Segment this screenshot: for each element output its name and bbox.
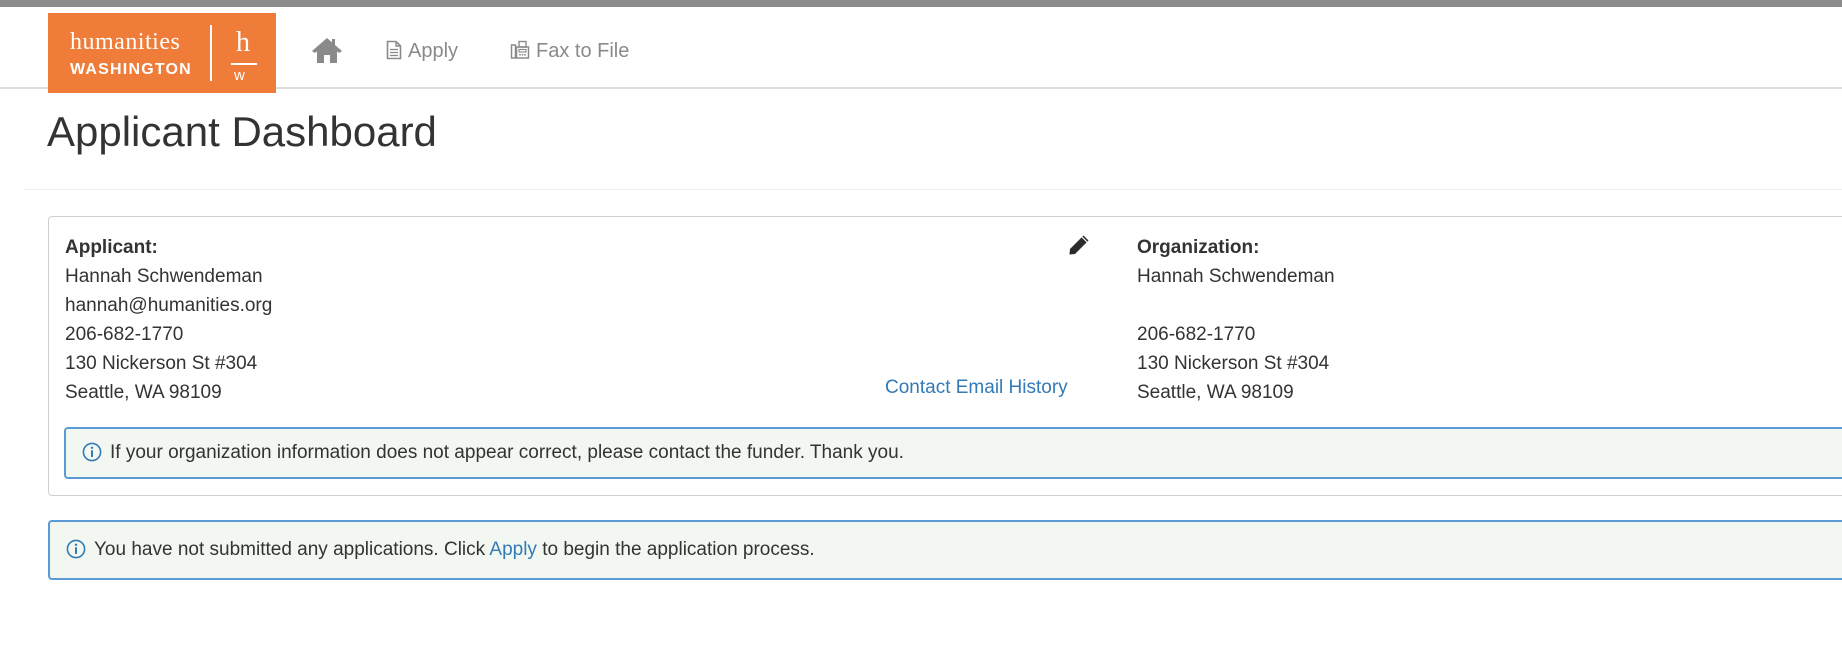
document-icon	[386, 40, 402, 60]
humanities-washington-logo[interactable]: humanities WASHINGTON h w	[48, 13, 276, 93]
organization-blank-line	[1137, 291, 1335, 320]
apply-inline-link[interactable]: Apply	[489, 539, 537, 560]
page-title: Applicant Dashboard	[47, 108, 437, 155]
org-info-alert: If your organization information does no…	[64, 427, 1842, 479]
nav-apply-label: Apply	[408, 40, 459, 62]
applicant-address-line2: Seattle, WA 98109	[65, 382, 222, 403]
org-info-alert-text: If your organization information does no…	[110, 442, 904, 463]
applicant-info-panel: Applicant: Hannah Schwendeman hannah@hum…	[48, 216, 1842, 496]
applicant-label: Applicant:	[65, 237, 158, 258]
organization-block: Organization: Hannah Schwendeman 206-682…	[1137, 233, 1335, 407]
navbar: humanities WASHINGTON h w Apply Fax to F…	[0, 7, 1842, 93]
logo-mark-h: h	[236, 27, 250, 58]
nav-fax-label: Fax to File	[536, 40, 630, 62]
logo-mark-w: w	[234, 67, 245, 84]
top-border	[0, 0, 1842, 7]
logo-mark-line	[231, 63, 257, 65]
no-applications-text-prefix: You have not submitted any applications.…	[94, 539, 486, 560]
applicant-name: Hannah Schwendeman	[65, 266, 263, 287]
organization-name: Hannah Schwendeman	[1137, 266, 1335, 287]
nav-fax-to-file-link[interactable]: Fax to File	[510, 37, 629, 65]
applicant-email: hannah@humanities.org	[65, 295, 273, 316]
home-icon[interactable]	[310, 36, 344, 64]
organization-phone: 206-682-1770	[1137, 324, 1256, 345]
title-divider	[24, 189, 1842, 190]
contact-email-history-link[interactable]: Contact Email History	[885, 377, 1068, 399]
info-icon	[66, 526, 86, 582]
organization-address-line2: Seattle, WA 98109	[1137, 382, 1294, 403]
applicant-block: Applicant: Hannah Schwendeman hannah@hum…	[65, 233, 272, 407]
logo-word-washington: WASHINGTON	[70, 61, 192, 78]
no-applications-alert: You have not submitted any applications.…	[48, 520, 1842, 580]
logo-divider	[210, 25, 212, 81]
fax-icon	[510, 40, 530, 59]
logo-word-humanities: humanities	[70, 29, 181, 55]
info-icon	[82, 433, 102, 481]
pencil-icon[interactable]	[1067, 233, 1091, 257]
nav-apply-link[interactable]: Apply	[386, 37, 458, 65]
organization-address-line1: 130 Nickerson St #304	[1137, 353, 1330, 374]
applicant-phone: 206-682-1770	[65, 324, 184, 345]
applicant-address-line1: 130 Nickerson St #304	[65, 353, 258, 374]
organization-label: Organization:	[1137, 237, 1260, 258]
no-applications-text-suffix: to begin the application process.	[542, 539, 815, 560]
